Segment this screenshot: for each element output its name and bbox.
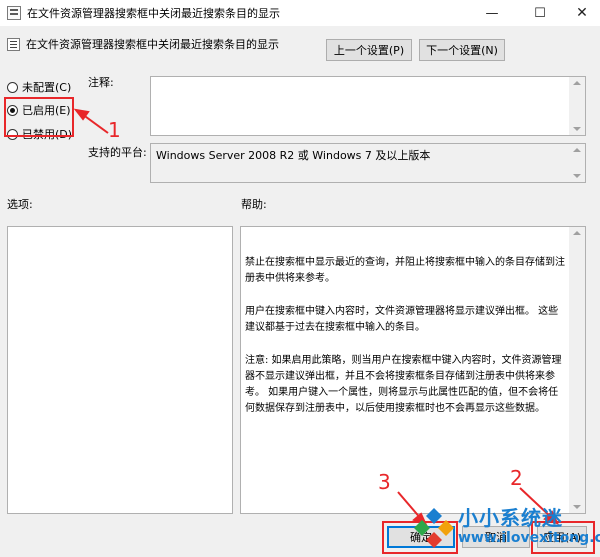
annotation-number-3: 3 [378,470,391,494]
watermark-logo-icon [414,508,454,548]
watermark-url: www.ilovexitong.com [458,530,600,546]
arrow-1-icon [81,113,109,134]
watermark-text: 小小系统迷 [458,506,563,530]
annotation-number-2: 2 [510,466,523,490]
annotation-number-1: 1 [108,118,121,142]
watermark: 小小系统迷 www.ilovexitong.com [410,500,600,557]
